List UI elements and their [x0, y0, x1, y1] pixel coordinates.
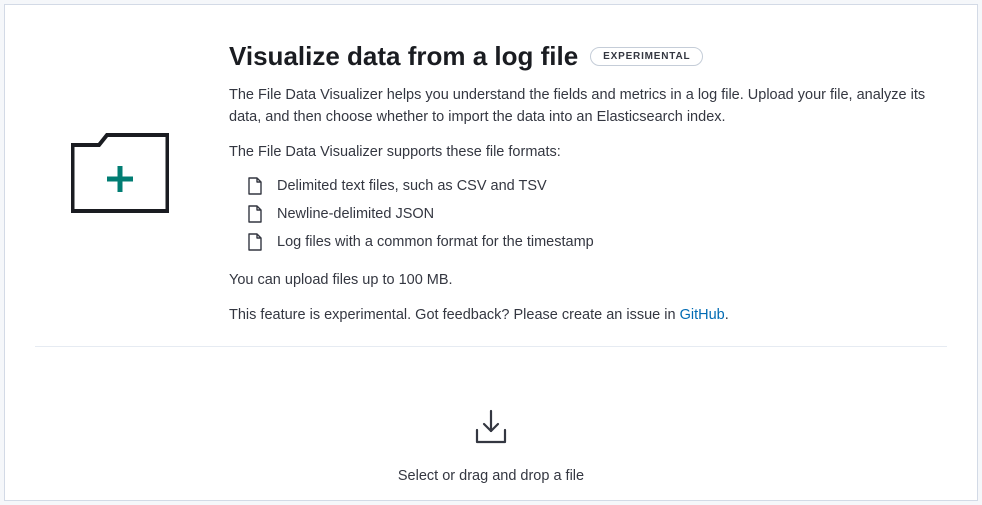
intro-content: Visualize data from a log file EXPERIMEN…: [229, 41, 947, 326]
format-label: Log files with a common format for the t…: [277, 234, 594, 250]
intro-paragraph: The File Data Visualizer helps you under…: [229, 84, 937, 129]
list-item: Delimited text files, such as CSV and TS…: [247, 177, 937, 195]
experimental-notice: This feature is experimental. Got feedba…: [229, 304, 937, 326]
format-label: Newline-delimited JSON: [277, 206, 434, 222]
format-label: Delimited text files, such as CSV and TS…: [277, 178, 547, 194]
document-icon: [247, 177, 263, 195]
import-icon: [472, 409, 510, 450]
experimental-suffix: .: [725, 307, 729, 323]
add-data-folder-icon: [71, 133, 169, 218]
experimental-badge: EXPERIMENTAL: [590, 47, 703, 66]
intro-section: Visualize data from a log file EXPERIMEN…: [35, 41, 947, 326]
file-drop-zone[interactable]: Select or drag and drop a file: [35, 347, 947, 484]
document-icon: [247, 205, 263, 223]
title-row: Visualize data from a log file EXPERIMEN…: [229, 41, 937, 72]
intro-icon-column: [35, 41, 205, 326]
github-link[interactable]: GitHub: [680, 307, 725, 323]
file-data-visualizer-panel: Visualize data from a log file EXPERIMEN…: [4, 4, 978, 501]
drop-zone-label: Select or drag and drop a file: [398, 468, 584, 484]
supported-formats-list: Delimited text files, such as CSV and TS…: [247, 177, 937, 251]
supports-label: The File Data Visualizer supports these …: [229, 141, 937, 163]
list-item: Log files with a common format for the t…: [247, 233, 937, 251]
upload-limit-text: You can upload files up to 100 MB.: [229, 269, 937, 291]
experimental-prefix: This feature is experimental. Got feedba…: [229, 307, 680, 323]
list-item: Newline-delimited JSON: [247, 205, 937, 223]
document-icon: [247, 233, 263, 251]
page-title: Visualize data from a log file: [229, 41, 578, 72]
